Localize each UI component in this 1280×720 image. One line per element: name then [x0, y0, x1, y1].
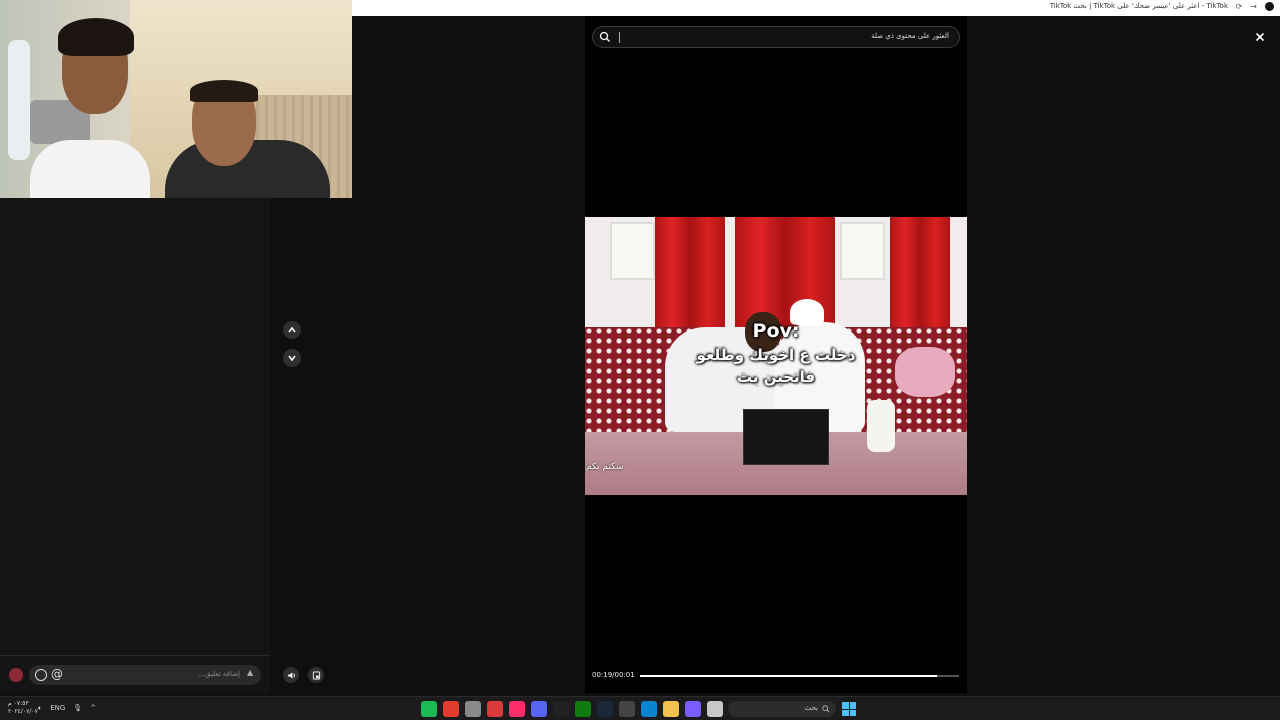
next-video-button[interactable] — [283, 349, 301, 367]
taskbar-clock[interactable]: ٠٧:٥٣ م ٢٠٢٤/٠٧/٠٧ — [8, 700, 38, 716]
gallery-icon[interactable] — [487, 701, 503, 717]
store-icon[interactable] — [619, 701, 635, 717]
comments-panel — [0, 198, 270, 693]
reload-icon[interactable]: ⟳ — [1236, 2, 1243, 11]
comment-placeholder: إضافة تعليق... — [198, 670, 240, 678]
picture-in-picture-button[interactable] — [308, 667, 324, 683]
chevron-up-icon — [288, 326, 296, 333]
avatar[interactable] — [9, 668, 23, 682]
divider — [0, 655, 270, 656]
previous-video-button[interactable] — [283, 321, 301, 339]
mic-icon[interactable]: 🎙︎ — [73, 704, 82, 713]
search-icon — [822, 705, 830, 713]
mic-arm — [8, 40, 30, 160]
close-icon — [1255, 32, 1265, 42]
pip-icon — [312, 670, 320, 680]
taskbar: ٠٧:٥٣ م ٢٠٢٤/٠٧/٠٧ 🔈︎ ENG 🎙︎ ^ بحث — [0, 696, 1280, 720]
screen: TikTok - اعثر على 'عيسر ضحك' على TikTok … — [0, 0, 1280, 720]
forward-icon[interactable]: → — [1250, 2, 1257, 11]
video-caption-line: فاتحين بث — [736, 368, 816, 386]
search-icon[interactable] — [599, 31, 611, 43]
video-watermark: سكتم بكم — [586, 462, 624, 472]
edge-icon[interactable] — [641, 701, 657, 717]
volume-icon[interactable]: 🔈︎ — [38, 704, 42, 713]
close-button[interactable] — [1250, 27, 1270, 47]
webcam-overlay — [0, 0, 352, 198]
video-caption-title: Pov: — [752, 320, 800, 342]
taskbar-search-label: بحث — [804, 704, 818, 712]
search-input[interactable]: العثور على محتوى ذي صلة — [871, 32, 949, 40]
settings-icon[interactable] — [465, 701, 481, 717]
xbox-icon[interactable] — [575, 701, 591, 717]
chevron-up-icon[interactable]: ^ — [90, 704, 96, 713]
send-icon[interactable]: ▲ — [247, 668, 253, 677]
video-caption-line: دخلت ع اخويك وطلعو — [696, 346, 856, 364]
volume-button[interactable] — [283, 667, 299, 683]
spotify-icon[interactable] — [421, 701, 437, 717]
profile-icon[interactable] — [1265, 2, 1274, 11]
progress-bar[interactable] — [640, 675, 959, 677]
mention-icon[interactable]: @ — [51, 667, 63, 681]
folder-icon[interactable] — [663, 701, 679, 717]
language-indicator[interactable]: ENG — [50, 704, 65, 713]
browser-title-bar: TikTok - اعثر على 'عيسر ضحك' على TikTok … — [352, 0, 1280, 16]
search-bar[interactable]: العثور على محتوى ذي صلة — [592, 26, 960, 48]
clock-time: ٠٧:٥٣ م — [8, 700, 29, 707]
clock-date: ٢٠٢٤/٠٧/٠٧ — [8, 708, 38, 715]
chevron-down-icon — [288, 355, 296, 362]
tiktok-icon[interactable] — [553, 701, 569, 717]
taskbar-search[interactable]: بحث — [728, 701, 836, 717]
tiktok-pink-icon[interactable] — [509, 701, 525, 717]
laptop — [743, 409, 829, 465]
start-button[interactable] — [842, 702, 856, 716]
text-cursor — [619, 32, 620, 43]
chrome-red-icon[interactable] — [443, 701, 459, 717]
progress-fill — [640, 675, 937, 677]
speaker-icon — [287, 671, 295, 679]
steam-icon[interactable] — [597, 701, 613, 717]
emoji-icon[interactable] — [35, 669, 47, 681]
copilot-icon[interactable] — [685, 701, 701, 717]
explorer-icon[interactable] — [707, 701, 723, 717]
discord-icon[interactable] — [531, 701, 547, 717]
video-timecode: 00:19/00:01 — [592, 671, 635, 679]
browser-tab-title: TikTok - اعثر على 'عيسر ضحك' على TikTok … — [1049, 2, 1228, 10]
